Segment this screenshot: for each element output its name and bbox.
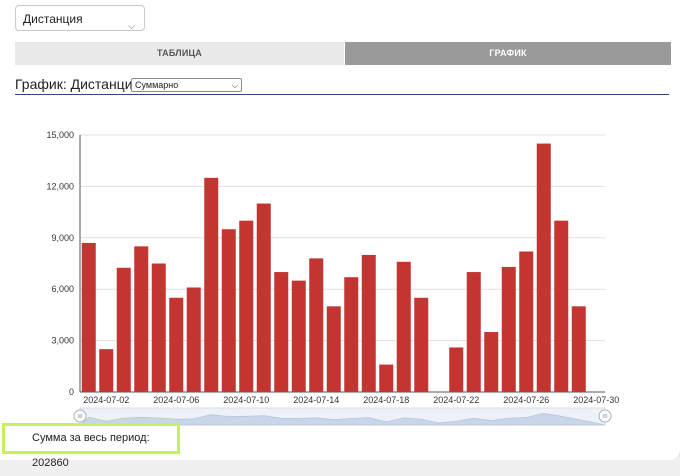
chart-bar[interactable] — [256, 203, 271, 392]
metric-select-value: Дистанция — [23, 12, 83, 26]
chart-bar[interactable] — [169, 297, 184, 392]
chart-bar[interactable] — [326, 306, 341, 392]
chart-bar[interactable] — [221, 229, 236, 392]
y-tick-label: 9,000 — [51, 233, 74, 243]
zoom-handle-right[interactable] — [598, 409, 612, 423]
chart-bar[interactable] — [291, 280, 306, 392]
x-tick-label: 2024-07-22 — [433, 395, 479, 405]
chevron-down-icon: ⌵ — [128, 21, 135, 31]
x-tick-label: 2024-07-10 — [223, 395, 269, 405]
period-total: Сумма за весь период: 202860 — [2, 423, 180, 469]
chart-bar[interactable] — [309, 258, 324, 392]
chevron-down-icon: ⌵ — [231, 81, 238, 90]
chart-title: График: Дистанция — [15, 76, 141, 92]
chart-bar[interactable] — [274, 272, 289, 392]
chart-bar[interactable] — [116, 267, 131, 392]
chart-bar[interactable] — [239, 220, 254, 392]
chart-bar[interactable] — [361, 254, 376, 392]
y-tick-label: 12,000 — [46, 181, 74, 191]
y-tick-label: 3,000 — [51, 336, 74, 346]
y-tick-label: 6,000 — [51, 284, 74, 294]
chart-bar[interactable] — [204, 177, 219, 392]
x-tick-label: 2024-07-18 — [363, 395, 409, 405]
chart-bar[interactable] — [536, 143, 551, 392]
chart-bar[interactable] — [396, 261, 411, 392]
aggregation-select-value: Суммарно — [135, 80, 179, 90]
view-tabs: ТАБЛИЦА ГРАФИК — [15, 42, 671, 65]
bar-chart: 0 3,000 6,000 9,000 12,000 15,000 2024-07-02 20… — [46, 130, 619, 426]
x-tick-label: 2024-07-26 — [503, 395, 549, 405]
chart-bar[interactable] — [501, 266, 516, 392]
chart-bar[interactable] — [414, 297, 429, 392]
y-tick-label: 0 — [69, 387, 74, 397]
x-tick-label: 2024-07-06 — [153, 395, 199, 405]
tab-chart[interactable]: ГРАФИК — [345, 42, 671, 65]
chart-bar[interactable] — [449, 347, 464, 392]
aggregation-select[interactable]: Суммарно ⌵ — [131, 78, 242, 92]
y-tick-label: 15,000 — [46, 130, 74, 140]
x-tick-label: 2024-07-14 — [293, 395, 339, 405]
chart-bar[interactable] — [99, 349, 114, 392]
chart-bar[interactable] — [81, 242, 96, 392]
chart-bar[interactable] — [379, 364, 394, 392]
chart-bar[interactable] — [186, 287, 201, 392]
chart-bar[interactable] — [554, 220, 569, 392]
chart-bar[interactable] — [134, 246, 149, 392]
x-tick-label: 2024-07-30 — [573, 395, 619, 405]
chart-panel: Дистанция ⌵ ТАБЛИЦА ГРАФИК График: Диста… — [0, 0, 680, 469]
chart-bar[interactable] — [466, 272, 481, 392]
chart-bar[interactable] — [571, 306, 586, 392]
chart-bar[interactable] — [484, 332, 499, 392]
tab-table[interactable]: ТАБЛИЦА — [15, 42, 344, 65]
chart-bar[interactable] — [519, 251, 534, 392]
chart-bar[interactable] — [151, 263, 166, 393]
metric-select[interactable]: Дистанция ⌵ — [15, 5, 145, 31]
chart-bar[interactable] — [344, 277, 359, 392]
zoom-handle-left[interactable] — [73, 409, 87, 423]
x-tick-label: 2024-07-02 — [83, 395, 129, 405]
